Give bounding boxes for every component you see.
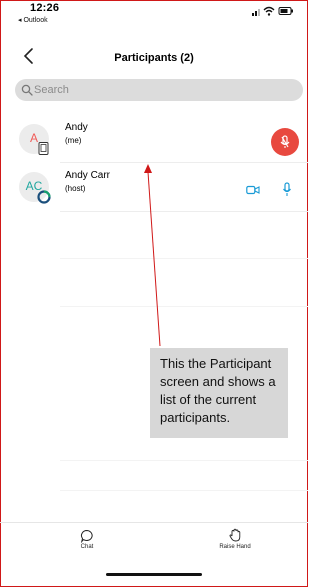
video-icon[interactable] (246, 185, 260, 195)
divider (60, 306, 308, 307)
page-title: Participants (2) (114, 52, 194, 64)
participant-name: Andy Carr (65, 170, 111, 181)
raise-hand-icon (229, 528, 241, 542)
chat-label: Chat (80, 544, 94, 550)
back-to-app-link[interactable]: ◂ Outlook (18, 16, 48, 24)
status-time: 12:26 (30, 2, 60, 14)
divider (60, 490, 308, 491)
mic-muted-icon (280, 135, 290, 148)
participant-name: Andy (65, 122, 88, 133)
participant-role: (host) (65, 184, 86, 193)
chat-tab[interactable]: Chat (57, 526, 117, 556)
refresh-ring-icon (37, 190, 51, 204)
chat-icon (80, 529, 93, 543)
phone-icon (38, 142, 49, 155)
signal-icon (252, 9, 260, 16)
bottom-bar-divider (0, 522, 308, 523)
home-indicator (106, 573, 202, 576)
annotation-text: This the Participant screen and shows a … (160, 356, 276, 425)
divider (60, 162, 308, 163)
battery-icon (278, 7, 293, 15)
divider (60, 460, 308, 461)
participant-row[interactable]: AC Andy Carr (host) (15, 170, 308, 210)
divider (60, 258, 308, 259)
raise-hand-label: Raise Hand (219, 544, 251, 550)
search-bar[interactable] (15, 79, 303, 101)
raise-hand-tab[interactable]: Raise Hand (205, 526, 265, 556)
search-input[interactable] (34, 79, 294, 101)
search-icon (21, 84, 33, 96)
participant-row[interactable]: A Andy (me) (15, 122, 308, 162)
wifi-icon (263, 6, 275, 16)
participant-role: (me) (65, 136, 82, 145)
mic-icon[interactable] (282, 182, 292, 197)
divider (60, 211, 308, 212)
annotation-callout: This the Participant screen and shows a … (150, 348, 288, 438)
status-icons (252, 6, 293, 16)
mute-button[interactable] (271, 128, 299, 156)
